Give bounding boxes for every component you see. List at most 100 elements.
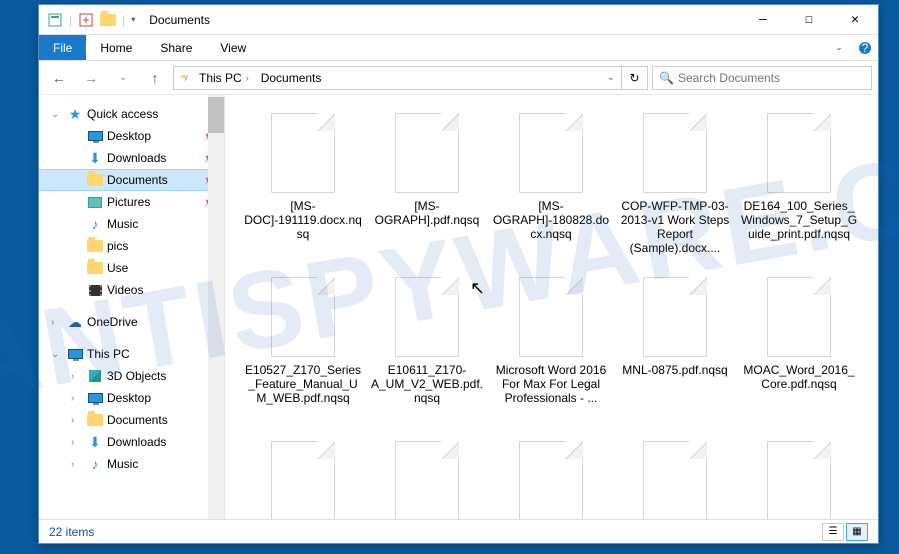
tree-item[interactable]: Use [39, 257, 224, 279]
file-item[interactable] [241, 433, 365, 520]
file-name: Microsoft Word 2016 For Max For Legal Pr… [492, 363, 610, 405]
file-icon [395, 441, 459, 520]
tree-item[interactable]: Videos [39, 279, 224, 301]
file-name: COP-WFP-TMP-03-2013-v1 Work Steps Report… [616, 199, 734, 255]
search-input[interactable] [678, 71, 865, 85]
search-box[interactable]: 🔍 [652, 66, 872, 90]
folder-icon[interactable] [100, 12, 116, 28]
tab-home[interactable]: Home [86, 35, 146, 60]
tab-share[interactable]: Share [146, 35, 206, 60]
file-name: E10611_Z170-A_UM_V2_WEB.pdf.nqsq [368, 363, 486, 405]
window-title: Documents [149, 13, 210, 27]
file-icon [271, 277, 335, 357]
crumb-dropdown-icon[interactable]: ⌄ [601, 67, 621, 89]
refresh-button[interactable]: ↻ [621, 66, 647, 90]
tree-item[interactable]: Desktop📌 [39, 125, 224, 147]
file-icon [519, 277, 583, 357]
tab-view[interactable]: View [206, 35, 260, 60]
file-item[interactable]: E10527_Z170_Series_Feature_Manual_UM_WEB… [241, 269, 365, 433]
forward-button[interactable]: → [77, 66, 105, 90]
icons-view-button[interactable]: ▦ [846, 523, 868, 541]
file-name: E10527_Z170_Series_Feature_Manual_UM_WEB… [244, 363, 362, 405]
sidebar-scrollbar[interactable] [208, 95, 224, 520]
file-item[interactable] [737, 433, 861, 520]
status-bar: 22 items ☰ ▦ [39, 519, 878, 543]
note-icon: ♪ [87, 216, 103, 232]
file-name: [MS-DOC]-191119.docx.nqsq [244, 199, 362, 241]
ribbon-expand-icon[interactable]: ⌄ [826, 35, 852, 60]
file-item[interactable]: E10611_Z170-A_UM_V2_WEB.pdf.nqsq [365, 269, 489, 433]
qat-dropdown-icon[interactable]: ▾ [131, 15, 135, 24]
file-pane[interactable]: [MS-DOC]-191119.docx.nqsq[MS-OGRAPH].pdf… [225, 95, 878, 520]
qat-divider: | [69, 13, 72, 27]
file-icon [519, 113, 583, 193]
tree-item[interactable]: ⬇Downloads📌 [39, 147, 224, 169]
tree-item[interactable]: Documents📌 [39, 169, 224, 191]
file-item[interactable] [489, 433, 613, 520]
tree-item[interactable]: ›3D Objects [39, 365, 224, 387]
file-icon [643, 441, 707, 520]
file-name: MOAC_Word_2016_Core.pdf.nqsq [740, 363, 858, 391]
file-item[interactable]: [MS-OGRAPH]-180828.docx.nqsq [489, 105, 613, 269]
fold-icon [87, 172, 103, 188]
svg-text:?: ? [862, 41, 869, 55]
tree-item[interactable]: ›Documents [39, 409, 224, 431]
mon-icon [87, 128, 103, 144]
file-icon [271, 113, 335, 193]
minimize-button[interactable]: — [740, 5, 786, 35]
file-item[interactable]: Microsoft Word 2016 For Max For Legal Pr… [489, 269, 613, 433]
breadcrumb[interactable]: › This PC› Documents ⌄ ↻ [173, 66, 648, 90]
up-button[interactable]: ↑ [141, 66, 169, 90]
fold-icon [87, 238, 103, 254]
tree-item[interactable]: ♪Music [39, 213, 224, 235]
crumb-pc[interactable]: This PC [199, 71, 242, 85]
recent-dropdown[interactable]: ⌄ [109, 66, 137, 90]
maximize-button[interactable]: ☐ [786, 5, 832, 35]
back-button[interactable]: ← [45, 66, 73, 90]
tab-file[interactable]: File [39, 35, 86, 60]
item-count: 22 items [49, 525, 94, 539]
file-name: [MS-OGRAPH].pdf.nqsq [368, 199, 486, 227]
ribbon: File Home Share View ⌄ ? [39, 35, 878, 61]
file-item[interactable] [613, 433, 737, 520]
tree-item[interactable]: Pictures📌 [39, 191, 224, 213]
tree-item[interactable]: ›♪Music [39, 453, 224, 475]
file-item[interactable]: MOAC_Word_2016_Core.pdf.nqsq [737, 269, 861, 433]
file-item[interactable]: COP-WFP-TMP-03-2013-v1 Work Steps Report… [613, 105, 737, 269]
details-view-button[interactable]: ☰ [822, 523, 844, 541]
tree-quick-access[interactable]: ⌄★ Quick access [39, 103, 224, 125]
nav-tree: ⌄★ Quick access Desktop📌⬇Downloads📌Docum… [39, 95, 225, 520]
address-bar: ← → ⌄ ↑ › This PC› Documents ⌄ ↻ 🔍 [39, 61, 878, 95]
file-item[interactable]: [MS-OGRAPH].pdf.nqsq [365, 105, 489, 269]
file-item[interactable]: [MS-DOC]-191119.docx.nqsq [241, 105, 365, 269]
file-name: MNL-0875.pdf.nqsq [616, 363, 734, 377]
tree-this-pc[interactable]: ⌄ This PC [39, 343, 224, 365]
search-icon: 🔍 [659, 71, 674, 85]
file-icon [767, 113, 831, 193]
crumb-folder[interactable]: Documents [261, 71, 322, 85]
file-item[interactable]: MNL-0875.pdf.nqsq [613, 269, 737, 433]
file-icon [395, 113, 459, 193]
pic-icon [87, 194, 103, 210]
file-icon [643, 113, 707, 193]
file-icon [519, 441, 583, 520]
tree-onedrive[interactable]: ›☁ OneDrive [39, 311, 224, 333]
new-folder-icon[interactable] [78, 12, 94, 28]
properties-icon[interactable] [47, 12, 63, 28]
file-icon [767, 277, 831, 357]
mon-icon [87, 390, 103, 406]
qat-divider: | [122, 13, 125, 27]
fold-icon [87, 412, 103, 428]
file-item[interactable] [365, 433, 489, 520]
tree-item[interactable]: ›⬇Downloads [39, 431, 224, 453]
file-name: DE164_100_Series_Windows_7_Setup_Guide_p… [740, 199, 858, 241]
file-icon [395, 277, 459, 357]
arrow-down-icon: ⬇ [87, 434, 103, 450]
close-button[interactable]: ✕ [832, 5, 878, 35]
fold-icon [87, 260, 103, 276]
note-icon: ♪ [87, 456, 103, 472]
tree-item[interactable]: pics [39, 235, 224, 257]
help-icon[interactable]: ? [852, 35, 878, 60]
file-item[interactable]: DE164_100_Series_Windows_7_Setup_Guide_p… [737, 105, 861, 269]
tree-item[interactable]: ›Desktop [39, 387, 224, 409]
